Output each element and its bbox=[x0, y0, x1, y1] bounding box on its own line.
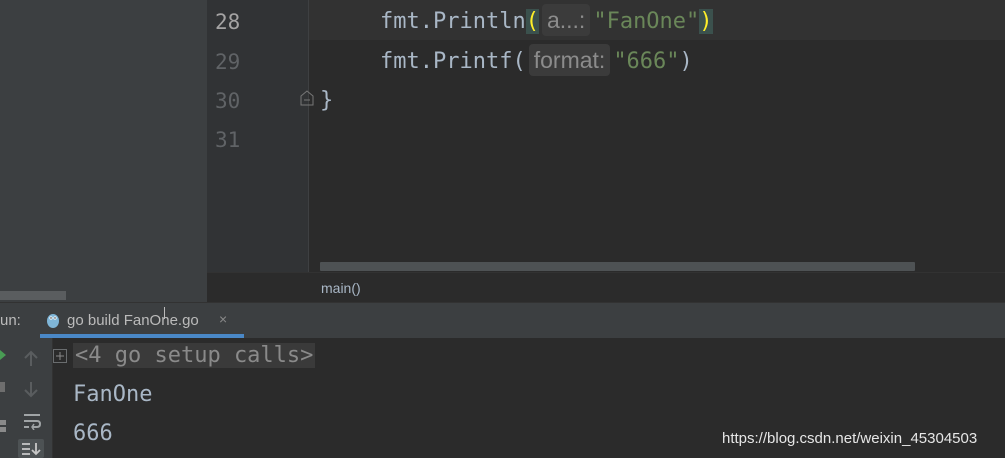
close-paren: ) bbox=[699, 9, 713, 34]
open-paren: ( bbox=[512, 49, 526, 74]
dot: . bbox=[419, 9, 433, 34]
close-paren: ) bbox=[679, 49, 693, 74]
parameter-hint: a...: bbox=[541, 4, 591, 36]
code-line-28[interactable]: fmt.Println(a...: "FanOne") bbox=[380, 2, 713, 42]
gopher-icon bbox=[47, 314, 59, 328]
line-number: 30 bbox=[215, 89, 241, 113]
string-literal: "FanOne" bbox=[593, 9, 700, 34]
editor-gutter: 28 29 30 31 bbox=[207, 0, 309, 272]
scroll-to-end-icon[interactable] bbox=[18, 439, 44, 458]
breadcrumb[interactable]: main() bbox=[321, 280, 361, 296]
text-cursor bbox=[164, 307, 165, 319]
line-number: 29 bbox=[215, 50, 241, 74]
package-name: fmt bbox=[380, 9, 420, 34]
project-panel bbox=[0, 0, 207, 302]
stop-icon[interactable] bbox=[0, 381, 6, 393]
layout-icon[interactable] bbox=[0, 419, 8, 433]
line-number: 28 bbox=[215, 10, 241, 34]
run-toolbar bbox=[0, 338, 52, 458]
open-paren: ( bbox=[525, 9, 539, 34]
console-output-line: 666 bbox=[73, 421, 113, 446]
function-name: Printf bbox=[433, 49, 513, 74]
watermark: https://blog.csdn.net/weixin_45304503 bbox=[722, 430, 978, 447]
run-tab-label: go build FanOne.go bbox=[67, 312, 199, 329]
closing-brace: } bbox=[320, 88, 334, 113]
setup-calls-label: <4 go setup calls> bbox=[73, 343, 316, 368]
line-number: 31 bbox=[215, 128, 241, 152]
close-icon[interactable]: × bbox=[219, 311, 227, 327]
rerun-icon[interactable] bbox=[0, 348, 8, 362]
fold-icon[interactable] bbox=[300, 90, 314, 106]
project-panel-scrollbar[interactable] bbox=[0, 291, 66, 300]
editor-horizontal-scrollbar[interactable] bbox=[320, 262, 915, 271]
soft-wrap-icon[interactable] bbox=[22, 412, 42, 430]
package-name: fmt bbox=[380, 49, 420, 74]
console-output-line: FanOne bbox=[73, 382, 153, 407]
arrow-up-icon[interactable] bbox=[22, 350, 40, 368]
function-name: Println bbox=[433, 9, 526, 34]
expand-icon[interactable] bbox=[52, 348, 68, 364]
string-literal: "666" bbox=[613, 49, 680, 74]
code-line-29[interactable]: fmt.Printf(format: "666") bbox=[380, 42, 693, 82]
run-label: un: bbox=[0, 312, 21, 329]
arrow-down-icon[interactable] bbox=[22, 380, 40, 398]
parameter-hint: format: bbox=[528, 44, 611, 76]
dot: . bbox=[419, 49, 433, 74]
console-folded-calls[interactable]: <4 go setup calls> bbox=[73, 343, 316, 368]
code-line-30[interactable]: } bbox=[320, 81, 333, 121]
